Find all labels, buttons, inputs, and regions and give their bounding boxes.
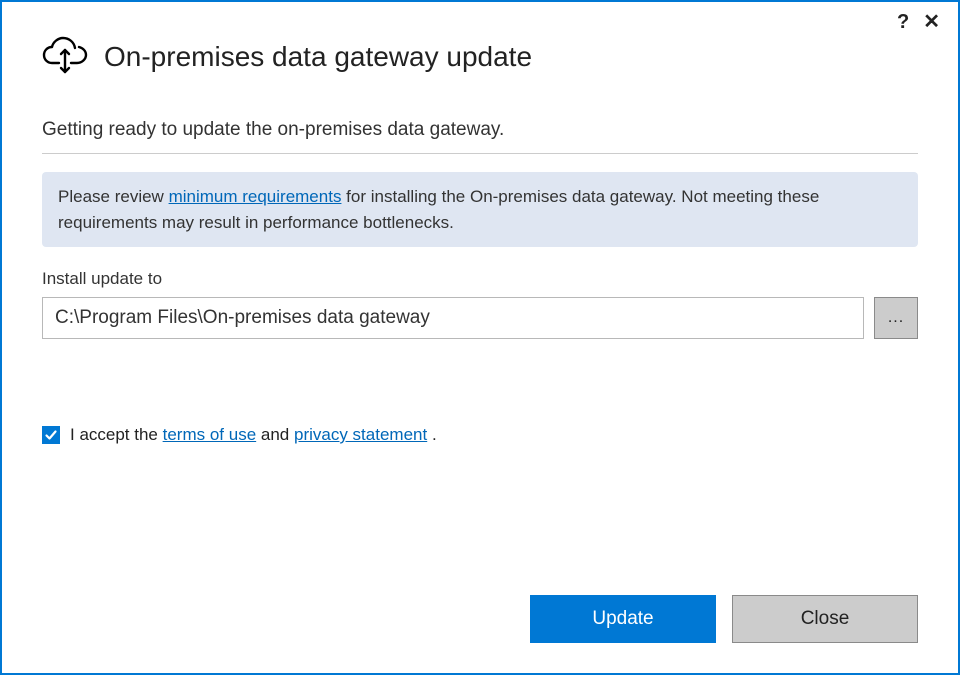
install-path-label: Install update to [42,269,918,289]
close-button[interactable]: Close [732,595,918,643]
dialog-content: Getting ready to update the on-premises … [2,91,958,445]
install-path-row: ... [42,297,918,339]
titlebar-controls: ? ✕ [897,12,940,32]
divider [42,153,918,154]
install-path-input[interactable] [42,297,864,339]
dialog-header: On-premises data gateway update [2,2,958,91]
privacy-statement-link[interactable]: privacy statement [294,425,427,444]
close-icon[interactable]: ✕ [923,12,940,32]
dialog-window: ? ✕ On-premises data gateway update Gett… [0,0,960,675]
terms-of-use-link[interactable]: terms of use [163,425,257,444]
accept-checkbox[interactable] [42,426,60,444]
minimum-requirements-link[interactable]: minimum requirements [169,187,342,206]
accept-text-mid: and [256,425,294,444]
accept-text-post: . [427,425,436,444]
info-text-pre: Please review [58,187,169,206]
accept-text-pre: I accept the [70,425,163,444]
cloud-sync-icon [42,32,88,81]
subtitle-text: Getting ready to update the on-premises … [42,119,918,141]
accept-terms-row: I accept the terms of use and privacy st… [42,425,918,445]
update-button[interactable]: Update [530,595,716,643]
help-icon[interactable]: ? [897,12,909,32]
browse-button[interactable]: ... [874,297,918,339]
dialog-title: On-premises data gateway update [104,41,532,73]
requirements-info-box: Please review minimum requirements for i… [42,172,918,247]
dialog-footer: Update Close [530,595,918,643]
accept-label: I accept the terms of use and privacy st… [70,425,437,445]
